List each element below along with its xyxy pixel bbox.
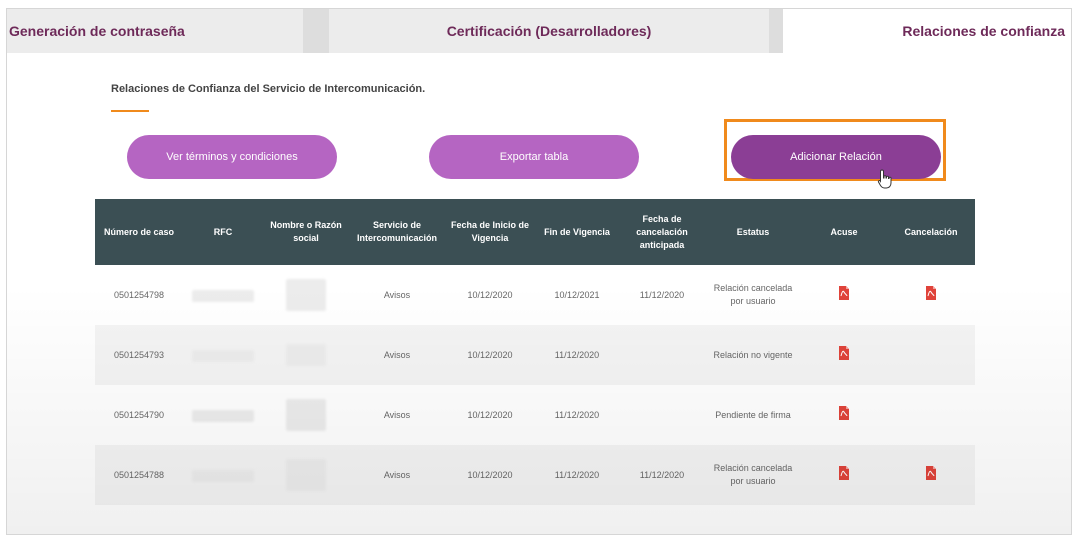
acuse-cell: [801, 325, 887, 385]
section-heading: Relaciones de Confianza del Servicio de …: [111, 83, 426, 95]
tab-label: Generación de contraseña: [9, 23, 185, 39]
tab-content: Relaciones de Confianza del Servicio de …: [7, 53, 1071, 534]
column-header[interactable]: RFC: [183, 199, 263, 265]
pdf-icon[interactable]: [838, 346, 850, 360]
name-cell: XXXXXX XXXXXX: [263, 325, 349, 385]
end-date-cell: 10/12/2021: [535, 265, 619, 325]
acuse-cell: [801, 385, 887, 445]
case-number: 0501254798: [95, 265, 183, 325]
cancel-date-cell: [619, 385, 705, 445]
table-row: 0501254793 XXXXXXXXXX XXXXXX XXXXXX Aviso…: [95, 325, 975, 385]
column-header[interactable]: Fecha de Inicio de Vigencia: [445, 199, 535, 265]
tab-separator: [303, 9, 329, 53]
column-header[interactable]: Cancelación: [887, 199, 975, 265]
relations-table: Número de caso RFC Nombre o Razón social…: [95, 199, 975, 505]
tab-label: Relaciones de confianza: [902, 23, 1065, 39]
blurred-rfc: XXXXXXXXXX: [192, 409, 254, 422]
status-cell: Relación no vigente: [705, 325, 801, 385]
tab-bar: Generación de contraseña Certificación (…: [7, 9, 1071, 53]
column-header[interactable]: Nombre o Razón social: [263, 199, 349, 265]
blurred-name: XXXXXX XXXXXX XXXXXX: [285, 459, 326, 491]
name-cell: XXXXXX XXXXXX XXXXXX: [263, 265, 349, 325]
blurred-name: XXXXXX XXXXXX: [285, 344, 326, 366]
cancel-date-cell: 11/12/2020: [619, 265, 705, 325]
status-cell: Relación cancelada por usuario: [705, 445, 801, 505]
column-header[interactable]: Fecha de cancelación anticipada: [619, 199, 705, 265]
rfc-cell: XXXXXXXXXX: [183, 325, 263, 385]
status-cell: Pendiente de firma: [705, 385, 801, 445]
column-header[interactable]: Estatus: [705, 199, 801, 265]
column-header[interactable]: Acuse: [801, 199, 887, 265]
service-cell: Avisos: [349, 385, 445, 445]
cancel-date-cell: 11/12/2020: [619, 445, 705, 505]
table-header-row: Número de caso RFC Nombre o Razón social…: [95, 199, 975, 265]
case-number: 0501254790: [95, 385, 183, 445]
start-date-cell: 10/12/2020: [445, 445, 535, 505]
add-relation-button[interactable]: Adicionar Relación: [731, 135, 941, 179]
pdf-icon[interactable]: [838, 466, 850, 480]
blurred-rfc: XXXXXXXXXX: [192, 349, 254, 362]
tab-label: Certificación (Desarrolladores): [446, 23, 652, 39]
name-cell: XXXXXX XXXXXX XXXXXX: [263, 385, 349, 445]
rfc-cell: XXXXXXXXXX: [183, 385, 263, 445]
hand-cursor-icon: [877, 169, 892, 189]
tab-separator: [769, 9, 783, 53]
case-number: 0501254793: [95, 325, 183, 385]
start-date-cell: 10/12/2020: [445, 385, 535, 445]
service-cell: Avisos: [349, 325, 445, 385]
cancelation-cell: [887, 265, 975, 325]
pdf-icon[interactable]: [838, 286, 850, 300]
blurred-rfc: XXXXXXXXXX: [192, 289, 254, 302]
acuse-cell: [801, 445, 887, 505]
end-date-cell: 11/12/2020: [535, 445, 619, 505]
tab-certificacion[interactable]: Certificación (Desarrolladores): [329, 9, 769, 53]
start-date-cell: 10/12/2020: [445, 325, 535, 385]
column-header[interactable]: Servicio de Intercomunicación: [349, 199, 445, 265]
cancel-date-cell: [619, 325, 705, 385]
export-table-button[interactable]: Exportar tabla: [429, 135, 639, 179]
tab-generacion-contrasena[interactable]: Generación de contraseña: [7, 9, 303, 53]
tab-relaciones-confianza[interactable]: Relaciones de confianza: [783, 9, 1071, 53]
end-date-cell: 11/12/2020: [535, 325, 619, 385]
cancelation-cell: [887, 445, 975, 505]
end-date-cell: 11/12/2020: [535, 385, 619, 445]
service-cell: Avisos: [349, 265, 445, 325]
blurred-rfc: XXXXXXXXXX: [192, 469, 254, 482]
name-cell: XXXXXX XXXXXX XXXXXX: [263, 445, 349, 505]
service-cell: Avisos: [349, 445, 445, 505]
acuse-cell: [801, 265, 887, 325]
rfc-cell: XXXXXXXXXX: [183, 445, 263, 505]
heading-underline: [111, 110, 149, 112]
blurred-name: XXXXXX XXXXXX XXXXXX: [285, 399, 326, 431]
start-date-cell: 10/12/2020: [445, 265, 535, 325]
cancelation-cell: [887, 325, 975, 385]
blurred-name: XXXXXX XXXXXX XXXXXX: [285, 279, 326, 311]
cancelation-cell: [887, 385, 975, 445]
table-row: 0501254790 XXXXXXXXXX XXXXXX XXXXXX XXXXXX…: [95, 385, 975, 445]
case-number: 0501254788: [95, 445, 183, 505]
column-header[interactable]: Número de caso: [95, 199, 183, 265]
pdf-icon[interactable]: [925, 286, 937, 300]
terms-button[interactable]: Ver términos y condiciones: [127, 135, 337, 179]
app-frame: Generación de contraseña Certificación (…: [6, 8, 1072, 535]
pdf-icon[interactable]: [838, 406, 850, 420]
table-row: 0501254788 XXXXXXXXXX XXXXXX XXXXXX XXXXXX…: [95, 445, 975, 505]
pdf-icon[interactable]: [925, 466, 937, 480]
rfc-cell: XXXXXXXXXX: [183, 265, 263, 325]
status-cell: Relación cancelada por usuario: [705, 265, 801, 325]
column-header[interactable]: Fin de Vigencia: [535, 199, 619, 265]
table-row: 0501254798 XXXXXXXXXX XXXXXX XXXXXX XXXXXX…: [95, 265, 975, 325]
